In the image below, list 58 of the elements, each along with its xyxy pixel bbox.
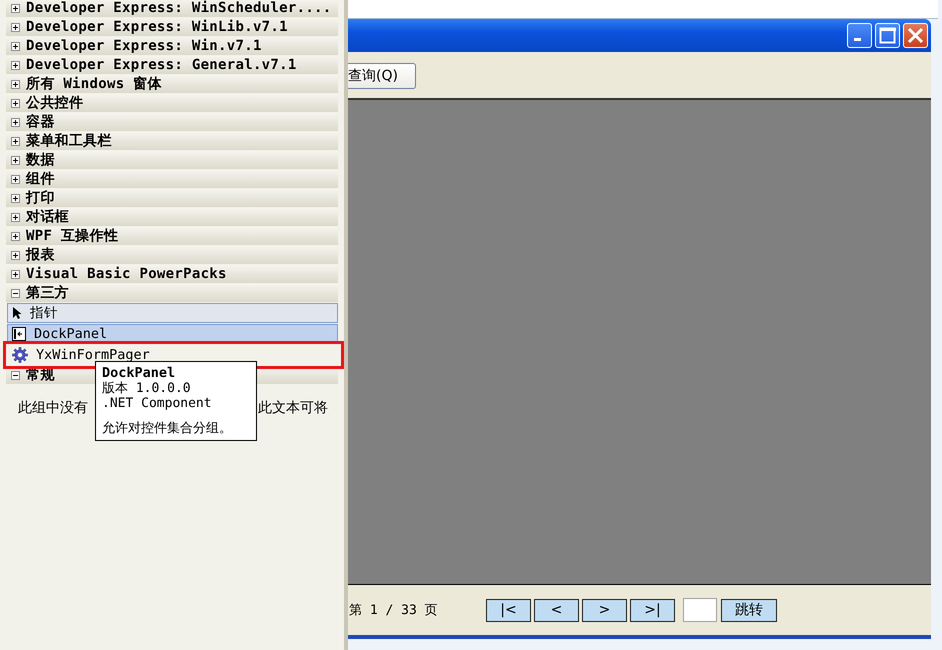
group-header[interactable]: Developer Express: General.v7.1 [6,56,338,74]
group-header[interactable]: 容器 [6,113,338,131]
collapse-icon[interactable] [11,370,20,380]
expand-icon[interactable] [11,22,20,32]
expand-icon[interactable] [11,156,20,164]
pager-button[interactable]: < [534,598,579,622]
toolbox-item[interactable]: YxWinFormPager [7,345,340,365]
collapse-icon[interactable] [11,288,20,298]
tooltip-line: .NET Component [102,396,213,411]
pointer-icon [12,306,22,320]
group-header[interactable]: 组件 [6,170,338,188]
tooltip-line: 版本 1.0.0.0 [102,381,192,396]
gear-icon [12,347,28,363]
group-header[interactable]: Developer Express: Win.v7.1 [6,37,338,55]
empty-group-text: 此文本可将 [258,399,328,417]
expand-icon[interactable] [11,250,20,260]
tooltip-description: 允许对控件集合分组。 [102,421,233,436]
page-input[interactable] [683,598,717,622]
group-header[interactable]: 公共控件 [6,94,338,112]
pager-button[interactable]: >| [630,598,675,622]
pager-button[interactable]: > [582,598,627,622]
expand-icon[interactable] [11,60,20,70]
expand-icon[interactable] [11,136,20,146]
toolbox-item[interactable]: 指针 [7,303,338,323]
expand-icon[interactable] [11,194,20,202]
group-header[interactable]: 第三方 [6,284,338,302]
group-header[interactable]: 所有 Windows 窗体 [6,75,338,93]
group-header[interactable]: WPF 互操作性 [6,227,338,245]
panel-icon [12,327,26,341]
group-header[interactable]: Developer Express: WinLib.v7.1 [6,18,338,36]
expand-icon[interactable] [11,174,20,184]
group-header[interactable]: Visual Basic PowerPacks [6,265,338,283]
expand-icon[interactable] [11,232,20,240]
group-header[interactable]: 对话框 [6,208,338,226]
go-button[interactable]: 跳转 [721,598,777,622]
close-icon [907,27,924,44]
group-header[interactable]: 数据 [6,151,338,169]
maximize-button[interactable] [875,23,900,48]
group-header[interactable]: 报表 [6,246,338,264]
page-indicator: 第 1 / 33 页 [349,602,439,619]
expand-icon[interactable] [11,80,20,88]
tooltip-title: DockPanel [102,366,176,381]
query-button[interactable]: 查询(Q) [348,63,416,89]
expand-icon[interactable] [11,212,20,222]
empty-group-text: 此组中没有 [18,399,88,417]
group-header[interactable]: Developer Express: WinScheduler.... [6,0,338,17]
expand-icon[interactable] [11,270,20,278]
expand-icon[interactable] [11,118,20,126]
pager-button[interactable]: |< [486,598,531,622]
maximize-icon [879,27,896,44]
minimize-icon [854,38,861,41]
expand-icon[interactable] [11,4,20,12]
group-header[interactable]: 打印 [6,189,338,207]
group-header[interactable]: 菜单和工具栏 [6,132,338,150]
minimize-button[interactable] [847,23,872,48]
expand-icon[interactable] [11,98,20,108]
expand-icon[interactable] [11,42,20,50]
close-button[interactable] [903,23,928,48]
